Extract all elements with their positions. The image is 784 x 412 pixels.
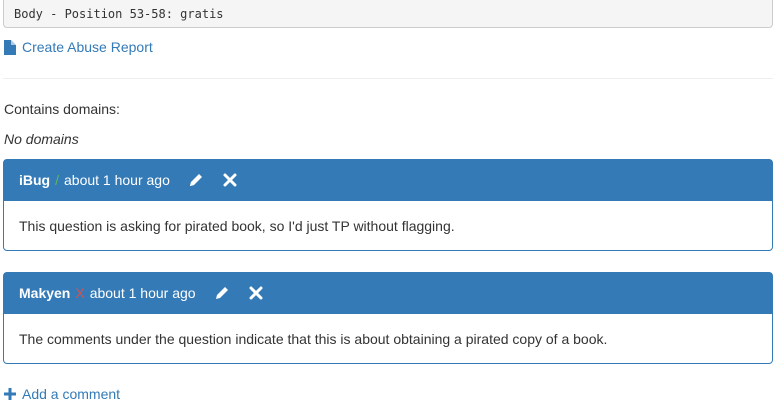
edit-icon[interactable] xyxy=(188,172,204,188)
comment-body: The comments under the question indicate… xyxy=(19,330,608,347)
feedback-indicator: X xyxy=(75,285,85,301)
create-abuse-report-link[interactable]: Create Abuse Report xyxy=(4,39,153,55)
plus-icon xyxy=(4,388,16,400)
delete-icon[interactable] xyxy=(248,285,264,301)
create-abuse-report-label: Create Abuse Report xyxy=(22,39,153,55)
feedback-indicator: / xyxy=(55,172,59,188)
comment-time[interactable]: about 1 hour ago xyxy=(90,285,196,301)
post-body-match: Body - Position 53-58: gratis xyxy=(3,0,773,28)
domains-value: No domains xyxy=(4,131,79,147)
add-comment-link[interactable]: Add a comment xyxy=(4,386,120,402)
comment-author[interactable]: iBug xyxy=(19,172,50,188)
comment-panel: iBug / about 1 hour ago This question is… xyxy=(3,159,773,251)
comment-heading: iBug / about 1 hour ago xyxy=(4,160,772,201)
domains-label: Contains domains: xyxy=(4,101,120,117)
comment-author[interactable]: Makyen xyxy=(19,285,70,301)
delete-icon[interactable] xyxy=(222,172,238,188)
comment-body: This question is asking for pirated book… xyxy=(19,217,455,234)
file-icon xyxy=(4,39,16,55)
comment-panel: Makyen X about 1 hour ago The comments u… xyxy=(3,272,773,364)
divider xyxy=(3,78,773,79)
add-comment-label: Add a comment xyxy=(22,386,121,402)
edit-icon[interactable] xyxy=(214,285,230,301)
comment-heading: Makyen X about 1 hour ago xyxy=(4,273,772,314)
comment-time[interactable]: about 1 hour ago xyxy=(64,172,170,188)
